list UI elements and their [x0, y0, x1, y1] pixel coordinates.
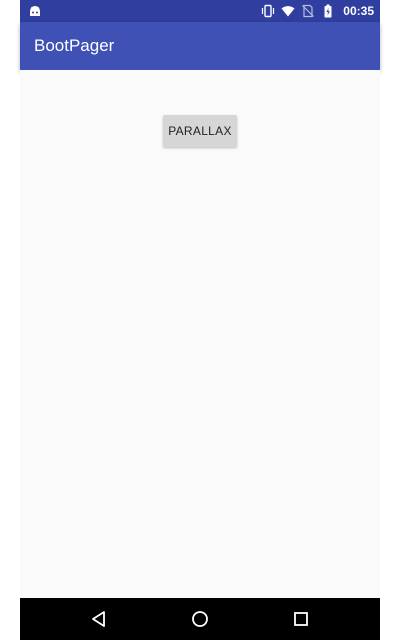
- status-bar: 00:35: [20, 0, 380, 22]
- android-icon: [30, 6, 40, 16]
- recents-icon[interactable]: [291, 609, 311, 629]
- wifi-icon: [281, 6, 295, 17]
- main-content: PARALLAX: [20, 70, 380, 598]
- status-icons: 00:35: [261, 0, 374, 22]
- vibrate-icon: [262, 4, 275, 18]
- app-bar: BootPager: [20, 22, 380, 70]
- status-time: 00:35: [343, 4, 374, 18]
- phone-screen: 00:35 BootPager PARALLAX: [20, 0, 380, 640]
- home-icon[interactable]: [190, 609, 210, 629]
- no-sim-icon: [302, 4, 315, 18]
- navigation-bar: [20, 598, 380, 640]
- back-icon[interactable]: [89, 609, 109, 629]
- parallax-button[interactable]: PARALLAX: [163, 115, 237, 147]
- battery-icon: [324, 4, 332, 18]
- app-title: BootPager: [34, 36, 115, 55]
